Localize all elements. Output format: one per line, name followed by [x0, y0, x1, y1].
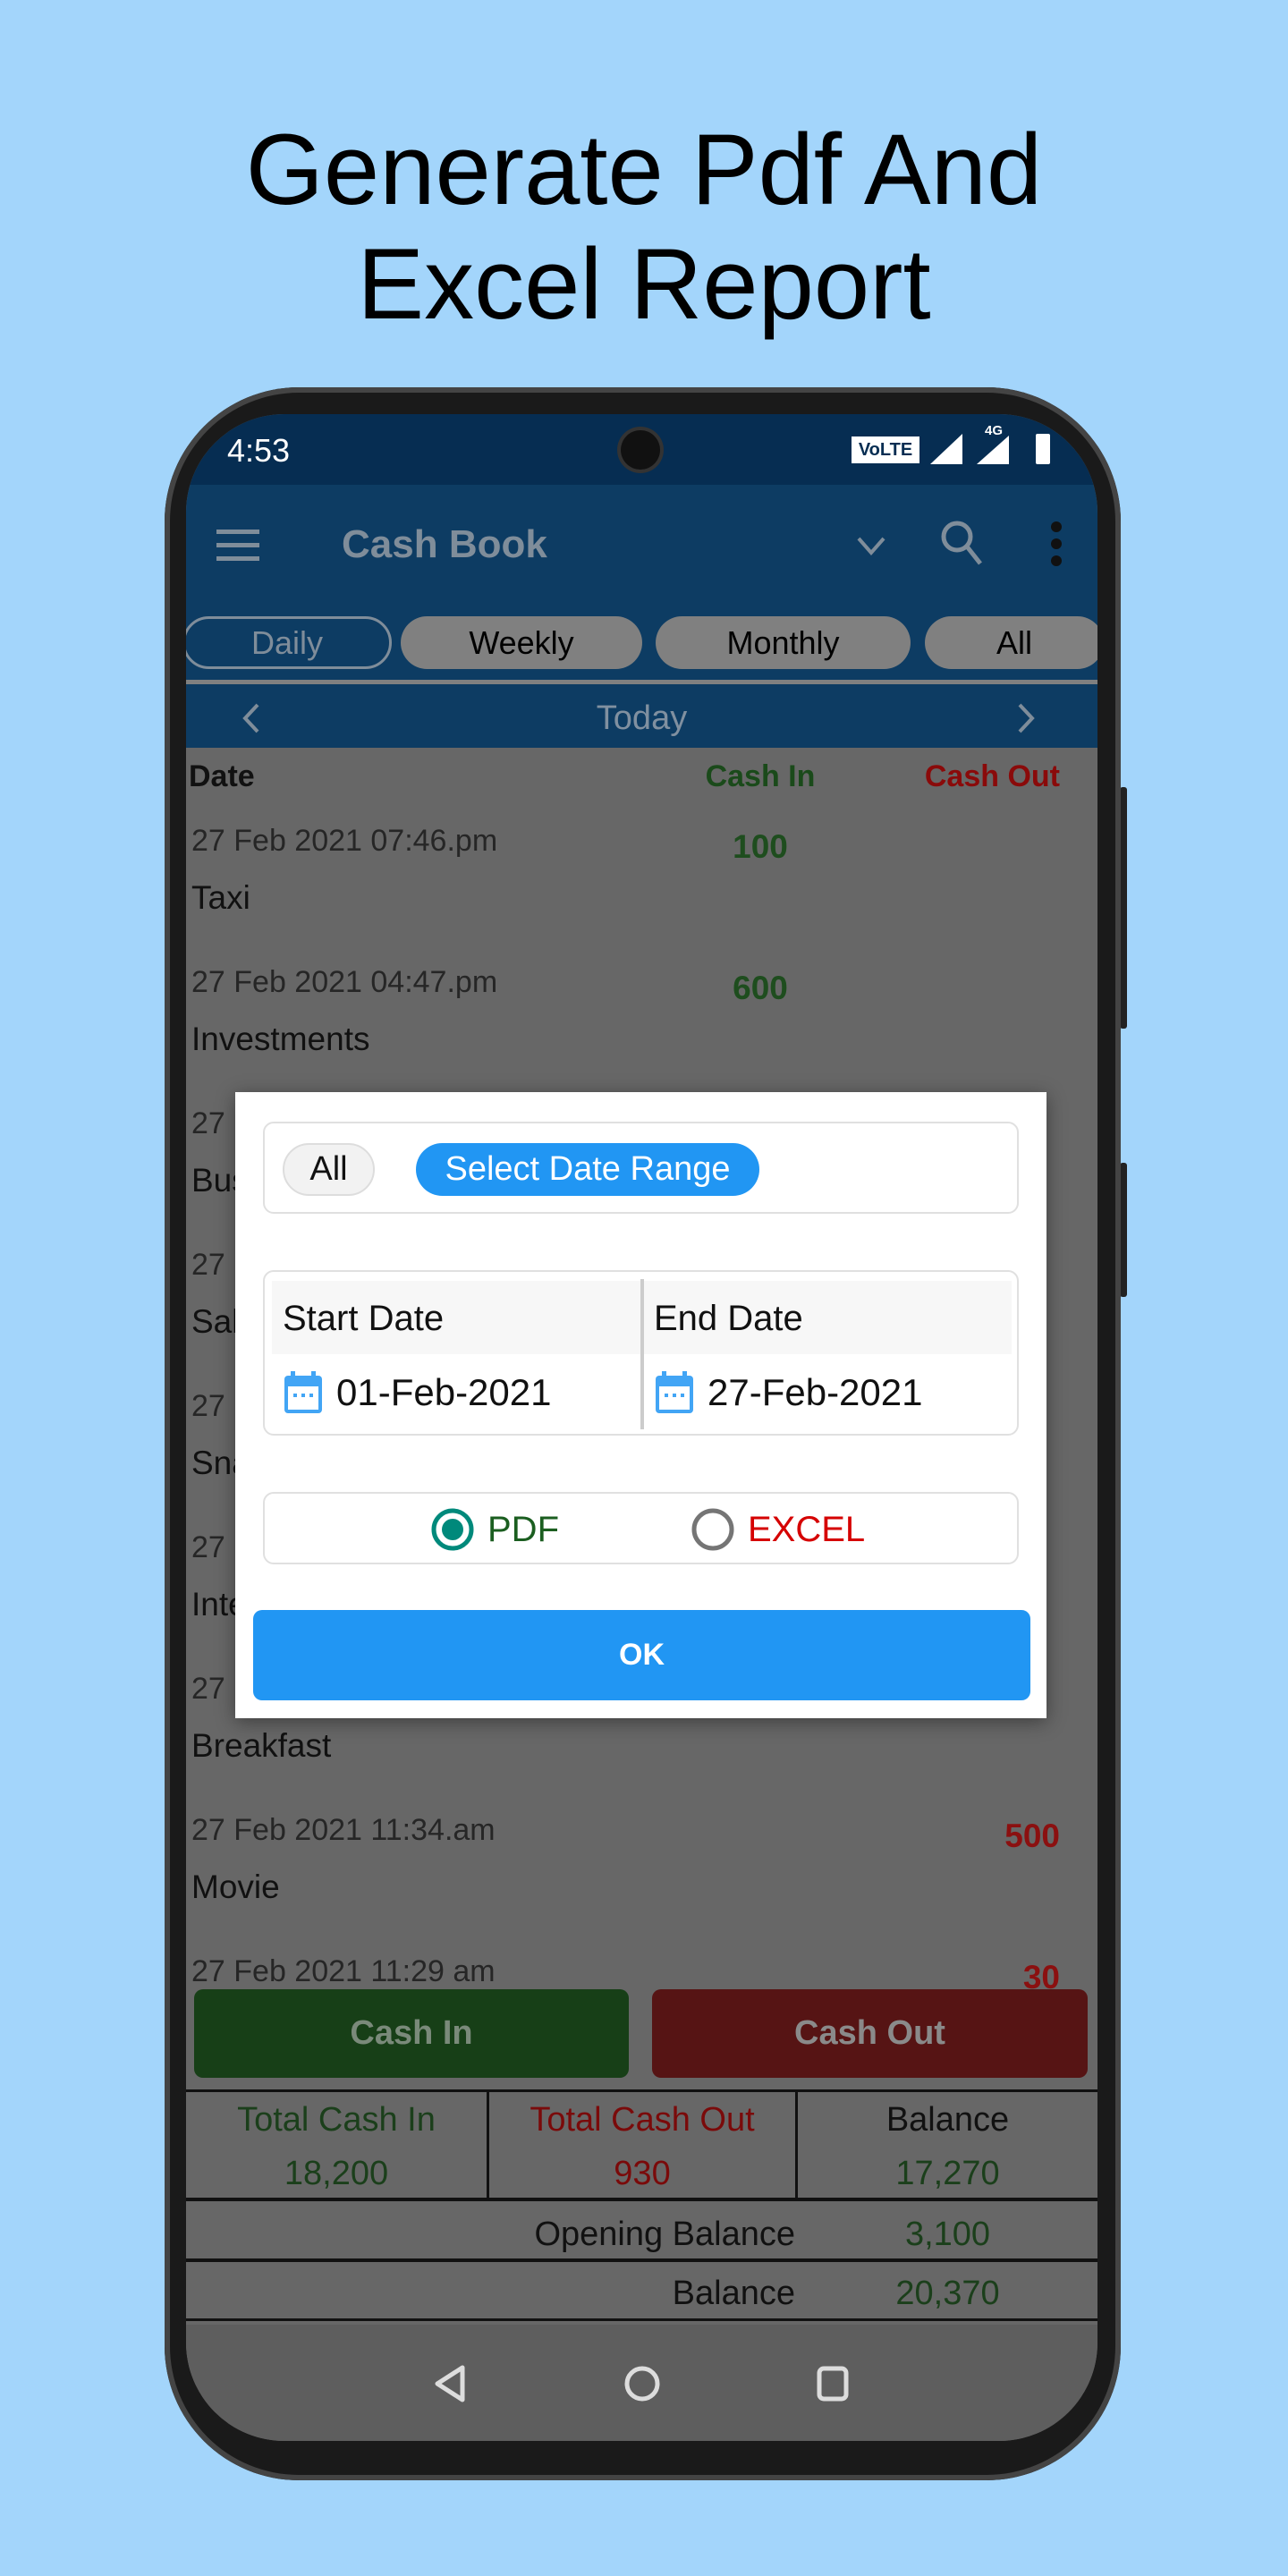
balance-value: 17,270: [895, 2155, 1000, 2192]
range-date-option[interactable]: Select Date Range: [416, 1143, 759, 1196]
format-selector: PDF EXCEL: [263, 1492, 1019, 1564]
total-cash-in-value: 18,200: [284, 2155, 389, 2192]
entry-date: 27 Feb 2021 04:47.pm: [191, 965, 498, 999]
export-dialog: All Select Date Range Start Date End Dat…: [235, 1092, 1046, 1718]
end-date-label: End Date: [654, 1299, 803, 1338]
total-cash-out-value: 930: [614, 2155, 671, 2192]
ok-button[interactable]: OK: [253, 1610, 1030, 1700]
entry-date: 27 Feb 2021 11:29 am: [191, 1954, 496, 1988]
headline-line-1: Generate Pdf And: [245, 114, 1043, 225]
entry-description: Breakfast: [191, 1727, 332, 1764]
totals-table: Total Cash In 18,200 Total Cash Out 930 …: [186, 2089, 1097, 2201]
start-date-field[interactable]: 01-Feb-2021: [283, 1370, 552, 1415]
entry-description: Sal: [191, 1303, 240, 1340]
opening-balance-label: Opening Balance: [534, 2216, 795, 2253]
phone-volume-button: [1120, 787, 1127, 1029]
back-icon[interactable]: [432, 2364, 468, 2403]
format-excel-label: EXCEL: [748, 1509, 866, 1549]
calendar-icon: [656, 1371, 693, 1413]
home-icon[interactable]: [623, 2364, 662, 2403]
final-balance-label: Balance: [672, 2275, 795, 2312]
format-pdf-label: PDF: [487, 1509, 559, 1549]
navigation-bar: [186, 2325, 1097, 2441]
phone-power-button: [1120, 1163, 1127, 1297]
entry-date: 27 Feb 2021 11:34.am: [191, 1813, 496, 1847]
total-cash-out-label: Total Cash Out: [530, 2101, 755, 2139]
entry-description: Taxi: [191, 879, 250, 916]
opening-balance-value: 3,100: [904, 2216, 991, 2253]
entry-date: 27 Feb 2021 07:46.pm: [191, 824, 498, 858]
balance-label: Balance: [886, 2101, 1010, 2139]
start-date-label: Start Date: [283, 1299, 445, 1338]
calendar-icon: [284, 1371, 322, 1413]
entry-cash-in: 600: [733, 970, 788, 1006]
radio-checked-icon: [431, 1508, 474, 1551]
final-balance-row: Balance 20,370: [186, 2266, 1097, 2321]
entry-description: Investments: [191, 1021, 370, 1057]
format-pdf-radio[interactable]: PDF: [430, 1507, 559, 1552]
format-excel-radio[interactable]: EXCEL: [691, 1507, 865, 1552]
cash-out-button[interactable]: Cash Out: [652, 1989, 1088, 2078]
date-range-box: Start Date End Date 01-Feb-2021 27-Feb-2…: [263, 1270, 1019, 1436]
recents-icon[interactable]: [815, 2364, 851, 2403]
entry-cash-out: 500: [1004, 1818, 1060, 1854]
total-cash-in-label: Total Cash In: [237, 2101, 436, 2139]
entry-description: Movie: [191, 1868, 280, 1905]
start-date-value: 01-Feb-2021: [336, 1371, 552, 1413]
end-date-field[interactable]: 27-Feb-2021: [654, 1370, 923, 1415]
radio-unchecked-icon: [691, 1508, 734, 1551]
range-all-option[interactable]: All: [283, 1143, 375, 1196]
cash-in-button[interactable]: Cash In: [194, 1989, 629, 2078]
end-date-value: 27-Feb-2021: [708, 1371, 923, 1413]
headline-line-2: Excel Report: [357, 228, 931, 340]
opening-balance-row: Opening Balance 3,100: [186, 2205, 1097, 2262]
entry-cash-in: 100: [733, 828, 788, 865]
range-selector: All Select Date Range: [263, 1122, 1019, 1214]
final-balance-value: 20,370: [895, 2275, 1000, 2312]
